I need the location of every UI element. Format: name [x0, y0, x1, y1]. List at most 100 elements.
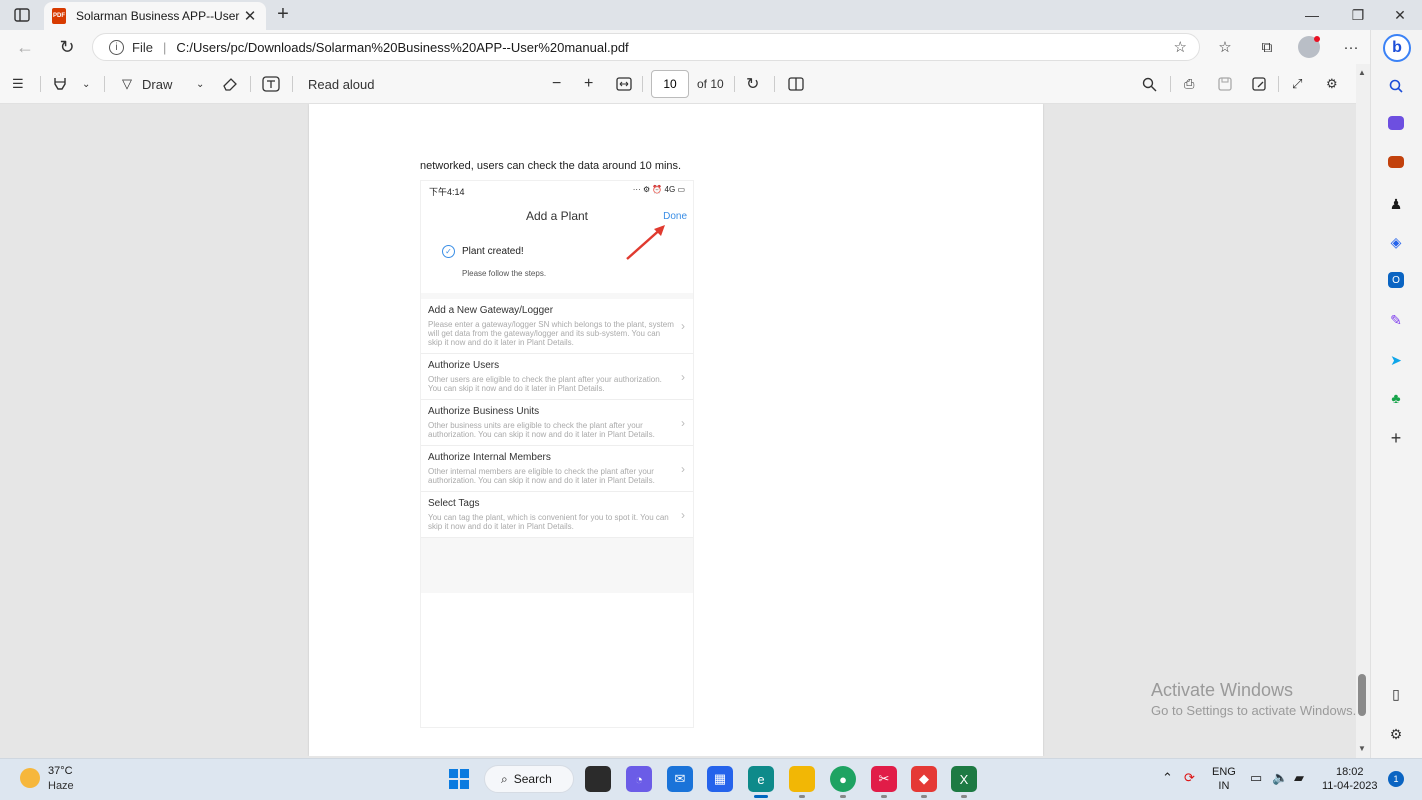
tools-briefcase-icon[interactable] [1388, 156, 1404, 168]
highlight-options-chevron-icon[interactable]: ⌄ [82, 74, 90, 94]
weather-condition[interactable]: Haze [48, 780, 74, 792]
pdf-page: networked, users can check the data arou… [309, 104, 1043, 756]
list-item: Authorize Business Units Other business … [421, 400, 693, 446]
hide-sidebar-icon[interactable]: ▯ [1386, 684, 1406, 704]
zoom-out-icon[interactable]: − [552, 74, 561, 94]
mail-icon[interactable]: ✉ [667, 766, 693, 792]
list-item: Authorize Users Other users are eligible… [421, 354, 693, 400]
read-aloud-button[interactable]: Read aloud [308, 74, 375, 94]
show-hidden-icons-chevron-icon[interactable]: ⌃ [1162, 770, 1173, 786]
language-indicator[interactable]: ENG IN [1212, 765, 1236, 793]
system-clock[interactable]: 18:02 11-04-2023 [1322, 765, 1377, 793]
toolbar-divider [774, 76, 775, 92]
contents-list-icon[interactable]: ☰ [12, 74, 24, 94]
add-sidebar-app-icon[interactable]: + [1386, 428, 1406, 448]
find-icon[interactable] [1142, 74, 1157, 94]
shopping-tag-icon[interactable] [1388, 116, 1404, 130]
weather-temperature[interactable]: 37°C [48, 765, 73, 777]
save-icon[interactable] [1218, 74, 1232, 94]
restore-button[interactable]: ❐ [1336, 0, 1380, 30]
weather-haze-icon[interactable] [20, 768, 40, 788]
item-description: Other internal members are eligible to c… [428, 467, 655, 485]
network-icon[interactable]: ▭ [1250, 770, 1262, 786]
item-description: Other business units are eligible to che… [428, 421, 655, 439]
new-tab-button[interactable]: + [272, 4, 294, 26]
minimize-button[interactable]: — [1290, 0, 1334, 30]
volume-icon[interactable]: 🔈 [1272, 770, 1288, 786]
excel-icon[interactable]: X [951, 766, 977, 792]
scroll-up-arrow-icon[interactable]: ▲ [1358, 68, 1366, 77]
address-bar[interactable]: i File | C:/Users/pc/Downloads/Solarman%… [92, 33, 1200, 61]
start-windows-icon[interactable] [446, 766, 472, 792]
info-icon[interactable]: i [109, 39, 124, 55]
toolbar-divider [292, 76, 293, 92]
save-as-icon[interactable] [1252, 74, 1266, 94]
more-options-icon[interactable]: ··· [1340, 36, 1362, 58]
refresh-button[interactable]: ↻ [54, 34, 80, 60]
edge-browser-icon[interactable]: e [748, 766, 774, 792]
draw-button[interactable]: ▽ Draw [122, 74, 172, 94]
favorites-icon[interactable]: ☆ [1214, 36, 1236, 58]
pdf-settings-icon[interactable]: ⚙ [1326, 74, 1338, 94]
edge-active-indicator [754, 795, 768, 798]
tab-actions-icon[interactable] [8, 5, 36, 25]
pdf-viewer[interactable]: networked, users can check the data arou… [0, 104, 1356, 756]
add-text-icon[interactable] [262, 74, 280, 94]
anydesk-icon[interactable]: ◆ [911, 766, 937, 792]
tree-icon[interactable]: ♣ [1386, 388, 1406, 408]
back-button[interactable]: ← [12, 34, 38, 60]
battery-icon[interactable]: ▰ [1294, 770, 1304, 786]
active-tab[interactable]: PDF Solarman Business APP--User manual.p… [44, 2, 266, 30]
list-item: Authorize Internal Members Other interna… [421, 446, 693, 492]
page-number-input[interactable] [651, 70, 689, 98]
file-explorer-icon[interactable] [789, 766, 815, 792]
add-favorite-icon[interactable]: ☆ [1174, 38, 1187, 56]
language-region: IN [1218, 780, 1230, 792]
pdf-file-icon: PDF [52, 8, 66, 24]
fullscreen-icon[interactable]: ⤢ [1292, 74, 1302, 94]
eraser-icon[interactable] [222, 74, 238, 94]
toolbar-divider [250, 76, 251, 92]
tab-title: Solarman Business APP--User manual.pdf [76, 9, 242, 23]
snipping-tool-icon[interactable]: ✂ [871, 766, 897, 792]
bing-chat-icon[interactable]: b [1383, 34, 1411, 62]
scrollbar-thumb[interactable] [1358, 674, 1366, 716]
red-arrow-icon [626, 225, 665, 260]
rotate-icon[interactable]: ↻ [746, 74, 759, 94]
chevron-right-icon: › [681, 369, 685, 384]
page-caption: networked, users can check the data arou… [420, 160, 682, 172]
search-icon[interactable] [1386, 76, 1406, 96]
highlight-icon[interactable] [52, 74, 68, 94]
snipping-running-indicator [881, 795, 887, 798]
watermark-title: Activate Windows [1151, 680, 1294, 700]
scroll-down-arrow-icon[interactable]: ▼ [1358, 744, 1366, 753]
notification-badge[interactable]: 1 [1388, 771, 1404, 787]
designer-icon[interactable]: ✎ [1386, 310, 1406, 330]
vertical-scrollbar[interactable]: ▲ ▼ [1356, 64, 1370, 758]
drop-send-icon[interactable]: ➤ [1386, 350, 1406, 370]
print-icon[interactable]: ⎙ [1184, 74, 1194, 94]
sync-alert-icon[interactable]: ⟳ [1184, 770, 1195, 786]
toolbar-divider [642, 76, 643, 92]
sidebar-settings-icon[interactable]: ⚙ [1386, 724, 1406, 744]
outlook-icon[interactable]: O [1388, 272, 1404, 288]
microsoft-store-icon[interactable]: ▦ [707, 766, 733, 792]
tab-close-icon[interactable]: ✕ [242, 7, 258, 25]
language-code: ENG [1212, 766, 1236, 778]
explorer-running-indicator [799, 795, 805, 798]
microsoft-365-icon[interactable]: ◈ [1386, 232, 1406, 252]
url-text[interactable]: C:/Users/pc/Downloads/Solarman%20Busines… [176, 40, 628, 55]
zoom-in-icon[interactable]: + [584, 74, 593, 94]
draw-options-chevron-icon[interactable]: ⌄ [196, 74, 204, 94]
toolbar-divider [734, 76, 735, 92]
games-chess-icon[interactable]: ♟ [1386, 194, 1406, 214]
chrome-icon[interactable]: ● [830, 766, 856, 792]
taskbar-search-button[interactable]: ⌕ Search [484, 765, 574, 793]
task-view-icon[interactable] [585, 766, 611, 792]
page-view-icon[interactable] [788, 74, 804, 94]
collections-icon[interactable]: ⧉ [1256, 36, 1278, 58]
item-title: Select Tags [428, 498, 480, 509]
close-window-button[interactable]: ✕ [1378, 0, 1422, 30]
teams-chat-icon[interactable]: ◔ [626, 766, 652, 792]
fit-page-icon[interactable] [616, 74, 632, 94]
